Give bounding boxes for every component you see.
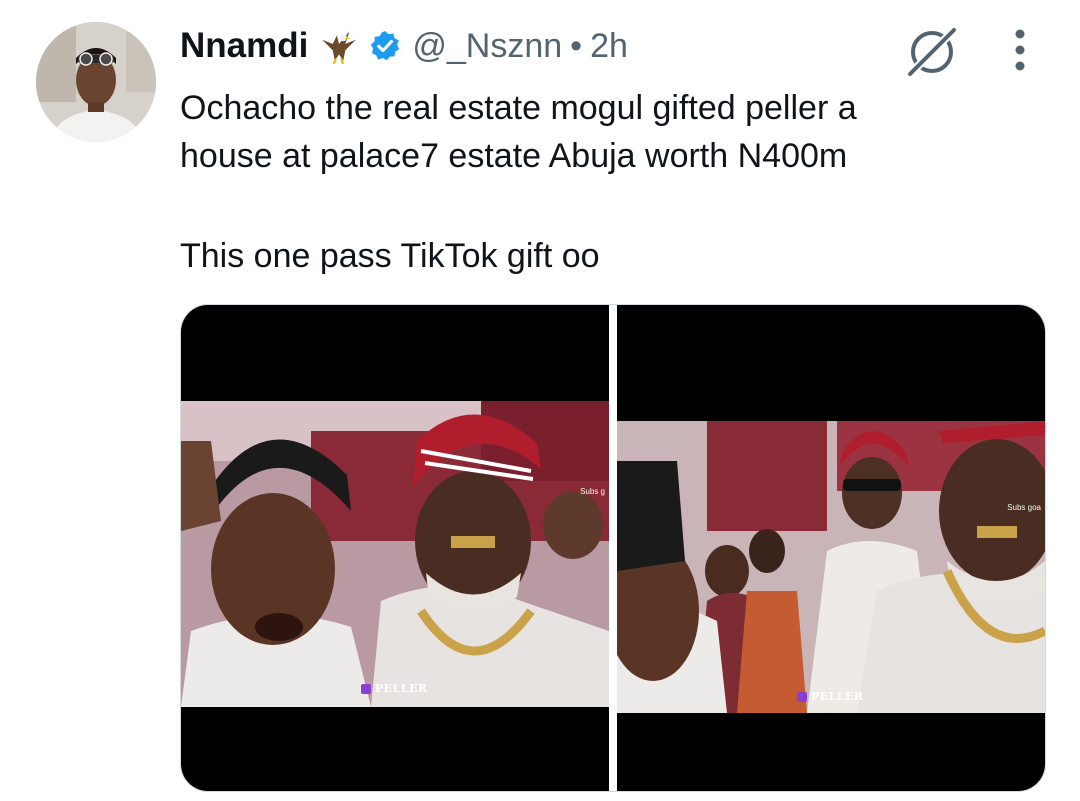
- tweet-timestamp[interactable]: 2h: [590, 27, 628, 66]
- tweet-text-line: Ochacho the real estate mogul gifted pel…: [180, 89, 857, 127]
- author-handle[interactable]: @_Nsznn: [412, 27, 562, 66]
- video-still-2: [617, 421, 1045, 713]
- paragraph-break: [180, 180, 1040, 232]
- watermark-text: PELLER: [375, 682, 428, 695]
- header-separator: •: [570, 26, 583, 65]
- eagle-emoji-icon: [322, 31, 357, 65]
- author-name[interactable]: Nnamdi: [180, 26, 308, 66]
- video-frame-2: Subs goa PELLER: [617, 421, 1045, 713]
- tweet-header: Nnamdi @_Nsznn • 2h: [180, 24, 628, 68]
- video-still-1: [181, 401, 609, 707]
- media-image-1[interactable]: Subs g PELLER: [181, 305, 609, 791]
- media-image-2[interactable]: Subs goa PELLER: [617, 305, 1045, 791]
- tweet[interactable]: Nnamdi @_Nsznn • 2h Ochacho the real est…: [0, 0, 1080, 801]
- video-watermark: PELLER: [797, 690, 864, 703]
- video-overlay-text: Subs g: [580, 487, 605, 496]
- tiktok-logo-icon: [797, 691, 807, 702]
- tweet-text-line: house at palace7 estate Abuja worth N400…: [180, 137, 848, 175]
- tweet-text: Ochacho the real estate mogul gifted pel…: [180, 84, 1040, 280]
- avatar[interactable]: [36, 22, 156, 142]
- video-overlay-text: Subs goa: [1007, 503, 1041, 512]
- verified-badge-icon[interactable]: [368, 29, 402, 63]
- avatar-photo: [36, 22, 156, 142]
- tweet-text-line: This one pass TikTok gift oo: [180, 237, 600, 275]
- media-grid: Subs g PELLER Subs goa PELLER: [180, 304, 1046, 792]
- video-frame-1: Subs g PELLER: [181, 401, 609, 707]
- video-watermark: PELLER: [361, 682, 428, 695]
- more-options-icon[interactable]: [1006, 28, 1034, 72]
- watermark-text: PELLER: [811, 690, 864, 703]
- grok-icon[interactable]: [904, 24, 960, 80]
- tiktok-logo-icon: [361, 683, 371, 694]
